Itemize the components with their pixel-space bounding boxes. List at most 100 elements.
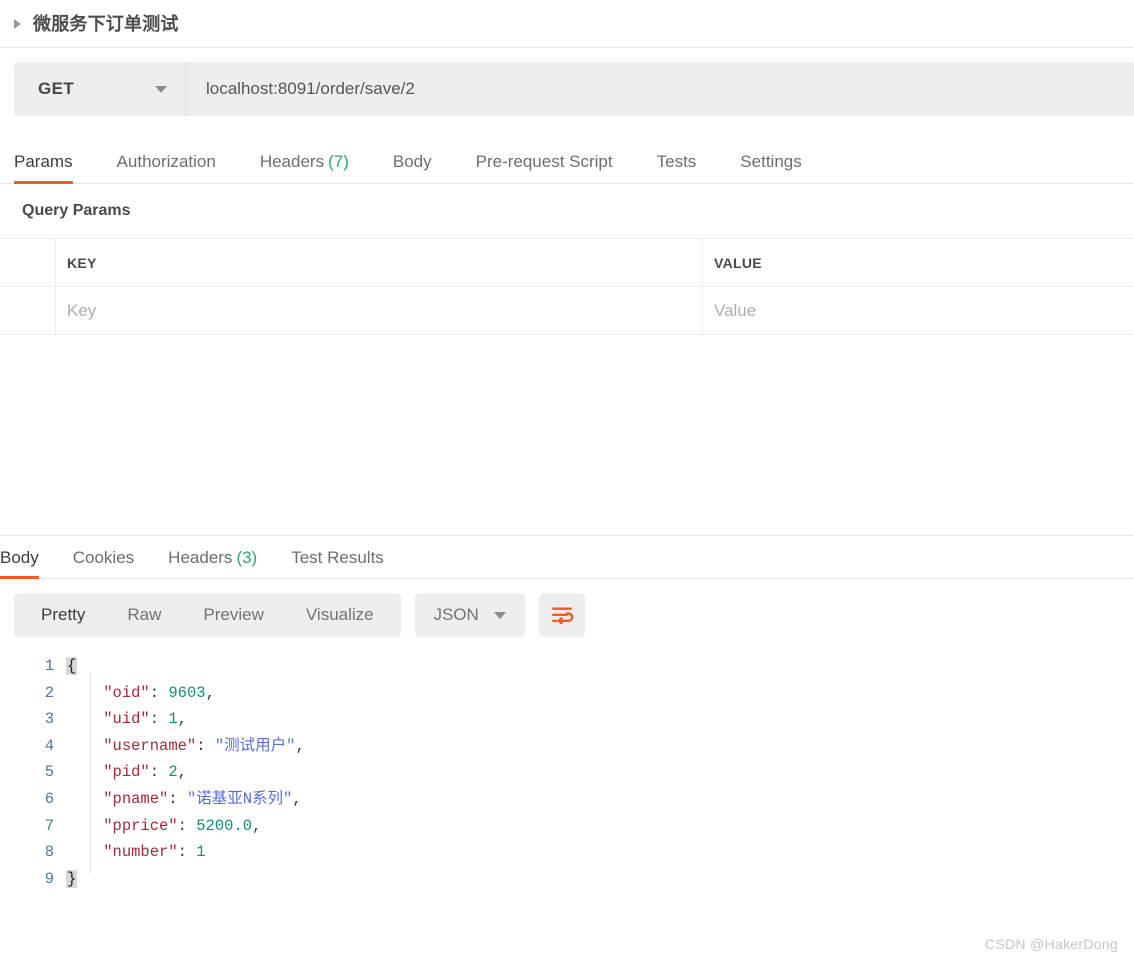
response-tab-cookies[interactable]: Cookies bbox=[73, 548, 134, 578]
code-line: "uid": 1, bbox=[66, 706, 1134, 733]
code-token: 2 bbox=[168, 763, 178, 782]
tab-params[interactable]: Params bbox=[14, 152, 73, 184]
tab-body-label: Body bbox=[392, 152, 432, 171]
code-token: "username" bbox=[103, 736, 197, 755]
code-line: "pid": 2, bbox=[66, 759, 1134, 786]
view-mode-visualize[interactable]: Visualize bbox=[285, 593, 395, 637]
column-header-key: KEY bbox=[56, 239, 703, 286]
format-select[interactable]: JSON bbox=[414, 593, 525, 637]
query-params-table: KEY VALUE Key Value bbox=[0, 238, 1134, 335]
line-number: 3 bbox=[44, 710, 54, 729]
code-line: } bbox=[66, 866, 1134, 893]
select-all-checkbox-cell[interactable] bbox=[0, 239, 56, 286]
tab-settings[interactable]: Settings bbox=[740, 152, 801, 183]
code-token: "测试用户" bbox=[214, 736, 296, 755]
http-method-select[interactable]: GET bbox=[14, 62, 186, 116]
word-wrap-button[interactable] bbox=[538, 593, 585, 637]
code-token: { bbox=[66, 657, 78, 675]
response-toolbar: Pretty Raw Preview Visualize JSON bbox=[0, 579, 1134, 637]
code-token: : bbox=[149, 683, 169, 702]
word-wrap-icon bbox=[551, 607, 574, 625]
code-line: "username": "测试用户", bbox=[66, 733, 1134, 760]
code-token: : bbox=[177, 816, 197, 835]
line-number: 5 bbox=[44, 763, 54, 782]
view-mode-group: Pretty Raw Preview Visualize bbox=[14, 593, 401, 637]
table-header-row: KEY VALUE bbox=[0, 239, 1134, 287]
query-params-title: Query Params bbox=[22, 202, 131, 219]
line-number: 7 bbox=[44, 816, 54, 835]
code-lines: { "oid": 9603, "uid": 1, "username": "测试… bbox=[66, 653, 1134, 892]
response-tab-test-results[interactable]: Test Results bbox=[291, 548, 384, 578]
code-token: 1 bbox=[168, 710, 178, 729]
response-tab-headers-count: (3) bbox=[236, 548, 258, 567]
tab-headers-label: Headers bbox=[259, 152, 325, 171]
line-number: 8 bbox=[44, 843, 54, 862]
line-number-gutter: 1 2 3 4 5 6 7 8 9 bbox=[0, 653, 66, 892]
code-token: , bbox=[177, 763, 187, 782]
code-line: "pprice": 5200.0, bbox=[66, 813, 1134, 840]
code-line: { bbox=[66, 653, 1134, 680]
tab-tests-label: Tests bbox=[656, 152, 697, 171]
tab-headers[interactable]: Headers (7) bbox=[260, 152, 349, 183]
view-mode-pretty[interactable]: Pretty bbox=[20, 593, 106, 637]
url-bar: GET localhost:8091/order/save/2 bbox=[14, 62, 1134, 116]
response-tab-test-results-label: Test Results bbox=[291, 548, 384, 567]
row-checkbox-cell[interactable] bbox=[0, 287, 56, 334]
tab-pre-request-script[interactable]: Pre-request Script bbox=[476, 152, 613, 183]
code-token: "uid" bbox=[103, 710, 150, 729]
postman-window: 微服务下订单测试 GET localhost:8091/order/save/2… bbox=[0, 0, 1134, 964]
param-key-input[interactable]: Key bbox=[56, 287, 703, 334]
code-token: : bbox=[149, 710, 169, 729]
param-value-placeholder: Value bbox=[714, 300, 757, 320]
response-tab-body-label: Body bbox=[0, 548, 39, 567]
response-tab-headers-label: Headers bbox=[168, 548, 233, 567]
url-input[interactable]: localhost:8091/order/save/2 bbox=[186, 62, 1134, 116]
param-key-placeholder: Key bbox=[67, 300, 97, 320]
line-number: 9 bbox=[44, 869, 54, 888]
code-token: 9603 bbox=[168, 683, 206, 702]
line-number: 2 bbox=[44, 683, 54, 702]
param-value-input[interactable]: Value bbox=[703, 287, 1134, 334]
triangle-right-icon[interactable] bbox=[14, 18, 21, 29]
response-body-code[interactable]: { "oid": 9603, "uid": 1, "username": "测试… bbox=[66, 653, 1134, 892]
line-number: 4 bbox=[44, 736, 54, 755]
code-token: : bbox=[177, 843, 197, 862]
code-token: "诺基亚N系列" bbox=[186, 789, 293, 808]
watermark: CSDN @HakerDong bbox=[984, 936, 1118, 952]
column-header-value: VALUE bbox=[714, 254, 762, 271]
response-tab-body[interactable]: Body bbox=[0, 548, 39, 579]
request-tabs: Params Authorization Headers (7) Body Pre… bbox=[0, 138, 1134, 184]
code-token: , bbox=[295, 736, 305, 755]
tab-authorization[interactable]: Authorization bbox=[117, 152, 216, 183]
tab-authorization-label: Authorization bbox=[116, 152, 216, 171]
url-bar-container: GET localhost:8091/order/save/2 bbox=[0, 48, 1134, 116]
view-mode-raw[interactable]: Raw bbox=[106, 593, 182, 637]
table-row: Key Value bbox=[0, 287, 1134, 334]
code-token: 1 bbox=[196, 843, 206, 862]
response-tab-cookies-label: Cookies bbox=[72, 548, 135, 567]
tab-headers-count: (7) bbox=[328, 152, 349, 171]
code-line: "number": 1 bbox=[66, 839, 1134, 866]
code-line: "oid": 9603, bbox=[66, 680, 1134, 707]
format-select-label: JSON bbox=[433, 605, 479, 624]
code-token: , bbox=[205, 683, 215, 702]
page-title: 微服务下订单测试 bbox=[33, 13, 179, 34]
tab-tests[interactable]: Tests bbox=[657, 152, 697, 183]
response-tab-headers[interactable]: Headers (3) bbox=[168, 548, 257, 578]
code-token: 5200.0 bbox=[196, 816, 253, 835]
tab-params-label: Params bbox=[14, 152, 73, 171]
code-token: "pid" bbox=[103, 763, 150, 782]
response-body-viewer: 1 2 3 4 5 6 7 8 9 { "oid": 9603, "uid": 1, "user… bbox=[0, 653, 1134, 892]
code-token: "pname" bbox=[103, 789, 169, 808]
http-method-label: GET bbox=[38, 79, 75, 98]
view-mode-preview[interactable]: Preview bbox=[182, 593, 284, 637]
line-number: 1 bbox=[44, 657, 54, 675]
tab-settings-label: Settings bbox=[740, 152, 802, 171]
tab-body[interactable]: Body bbox=[393, 152, 432, 183]
code-token: , bbox=[292, 789, 302, 808]
